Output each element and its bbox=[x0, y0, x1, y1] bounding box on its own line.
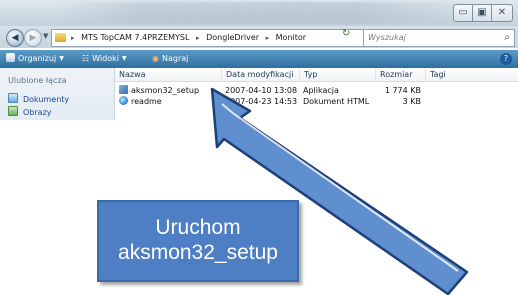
callout-text: Uruchom aksmon32_setup bbox=[99, 215, 297, 265]
callout-line-2: aksmon32_setup bbox=[118, 241, 278, 264]
instruction-callout: Uruchom aksmon32_setup bbox=[97, 200, 299, 282]
callout-line-1: Uruchom bbox=[155, 216, 241, 239]
